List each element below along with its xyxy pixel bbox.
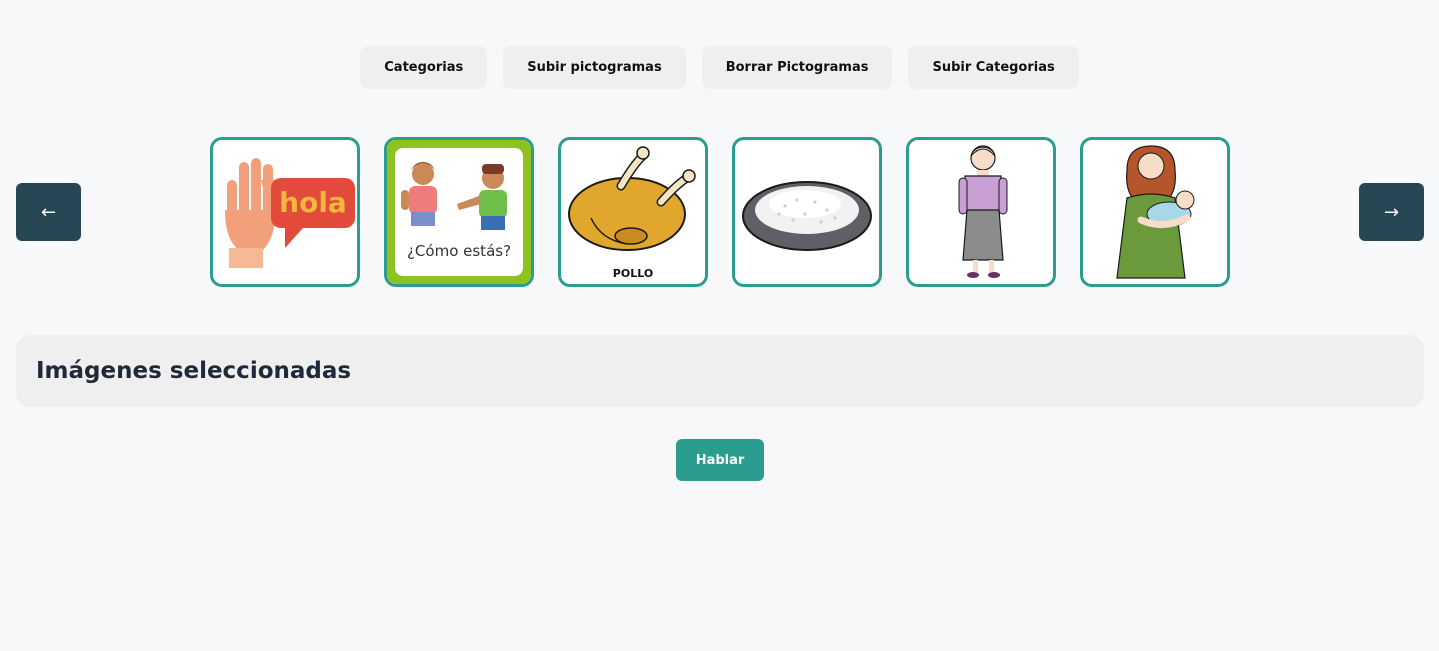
top-navigation: Categorias Subir pictogramas Borrar Pict… — [0, 46, 1439, 89]
hola-text: hola — [279, 186, 347, 219]
pictogram-card-grandmother[interactable] — [906, 137, 1056, 287]
como-estas-text: ¿Cómo estás? — [407, 242, 511, 260]
upload-pictograms-button[interactable]: Subir pictogramas — [503, 46, 686, 89]
pictogram-card-rice[interactable] — [732, 137, 882, 287]
pollo-label: POLLO — [612, 267, 654, 280]
speak-button[interactable]: Hablar — [676, 439, 764, 481]
pictogram-card-pollo[interactable]: POLLO — [558, 137, 708, 287]
pictogram-card-como-estas[interactable]: ¿Cómo estás? — [384, 137, 534, 287]
previous-arrow-button[interactable]: ← — [16, 183, 81, 241]
pictogram-carousel: hola ¿Cómo estás? POLLO — [210, 137, 1230, 287]
roast-chicken-icon — [568, 146, 696, 251]
categories-button[interactable]: Categorias — [360, 46, 488, 89]
grandmother-icon — [958, 145, 1008, 278]
delete-pictograms-button[interactable]: Borrar Pictogramas — [701, 46, 893, 89]
next-arrow-button[interactable]: → — [1359, 183, 1424, 241]
rice-plate-icon — [742, 181, 872, 251]
upload-categories-button[interactable]: Subir Categorias — [908, 46, 1079, 89]
greeting-people-icon: ¿Cómo estás? — [387, 140, 531, 284]
selected-images-title: Imágenes seleccionadas — [36, 358, 352, 384]
hand-hola-icon: hola — [225, 158, 355, 268]
pictogram-card-mother-baby[interactable] — [1080, 137, 1230, 287]
pictogram-card-hola[interactable]: hola — [210, 137, 360, 287]
mother-baby-icon — [1116, 145, 1195, 279]
selected-images-panel: Imágenes seleccionadas — [16, 335, 1424, 407]
